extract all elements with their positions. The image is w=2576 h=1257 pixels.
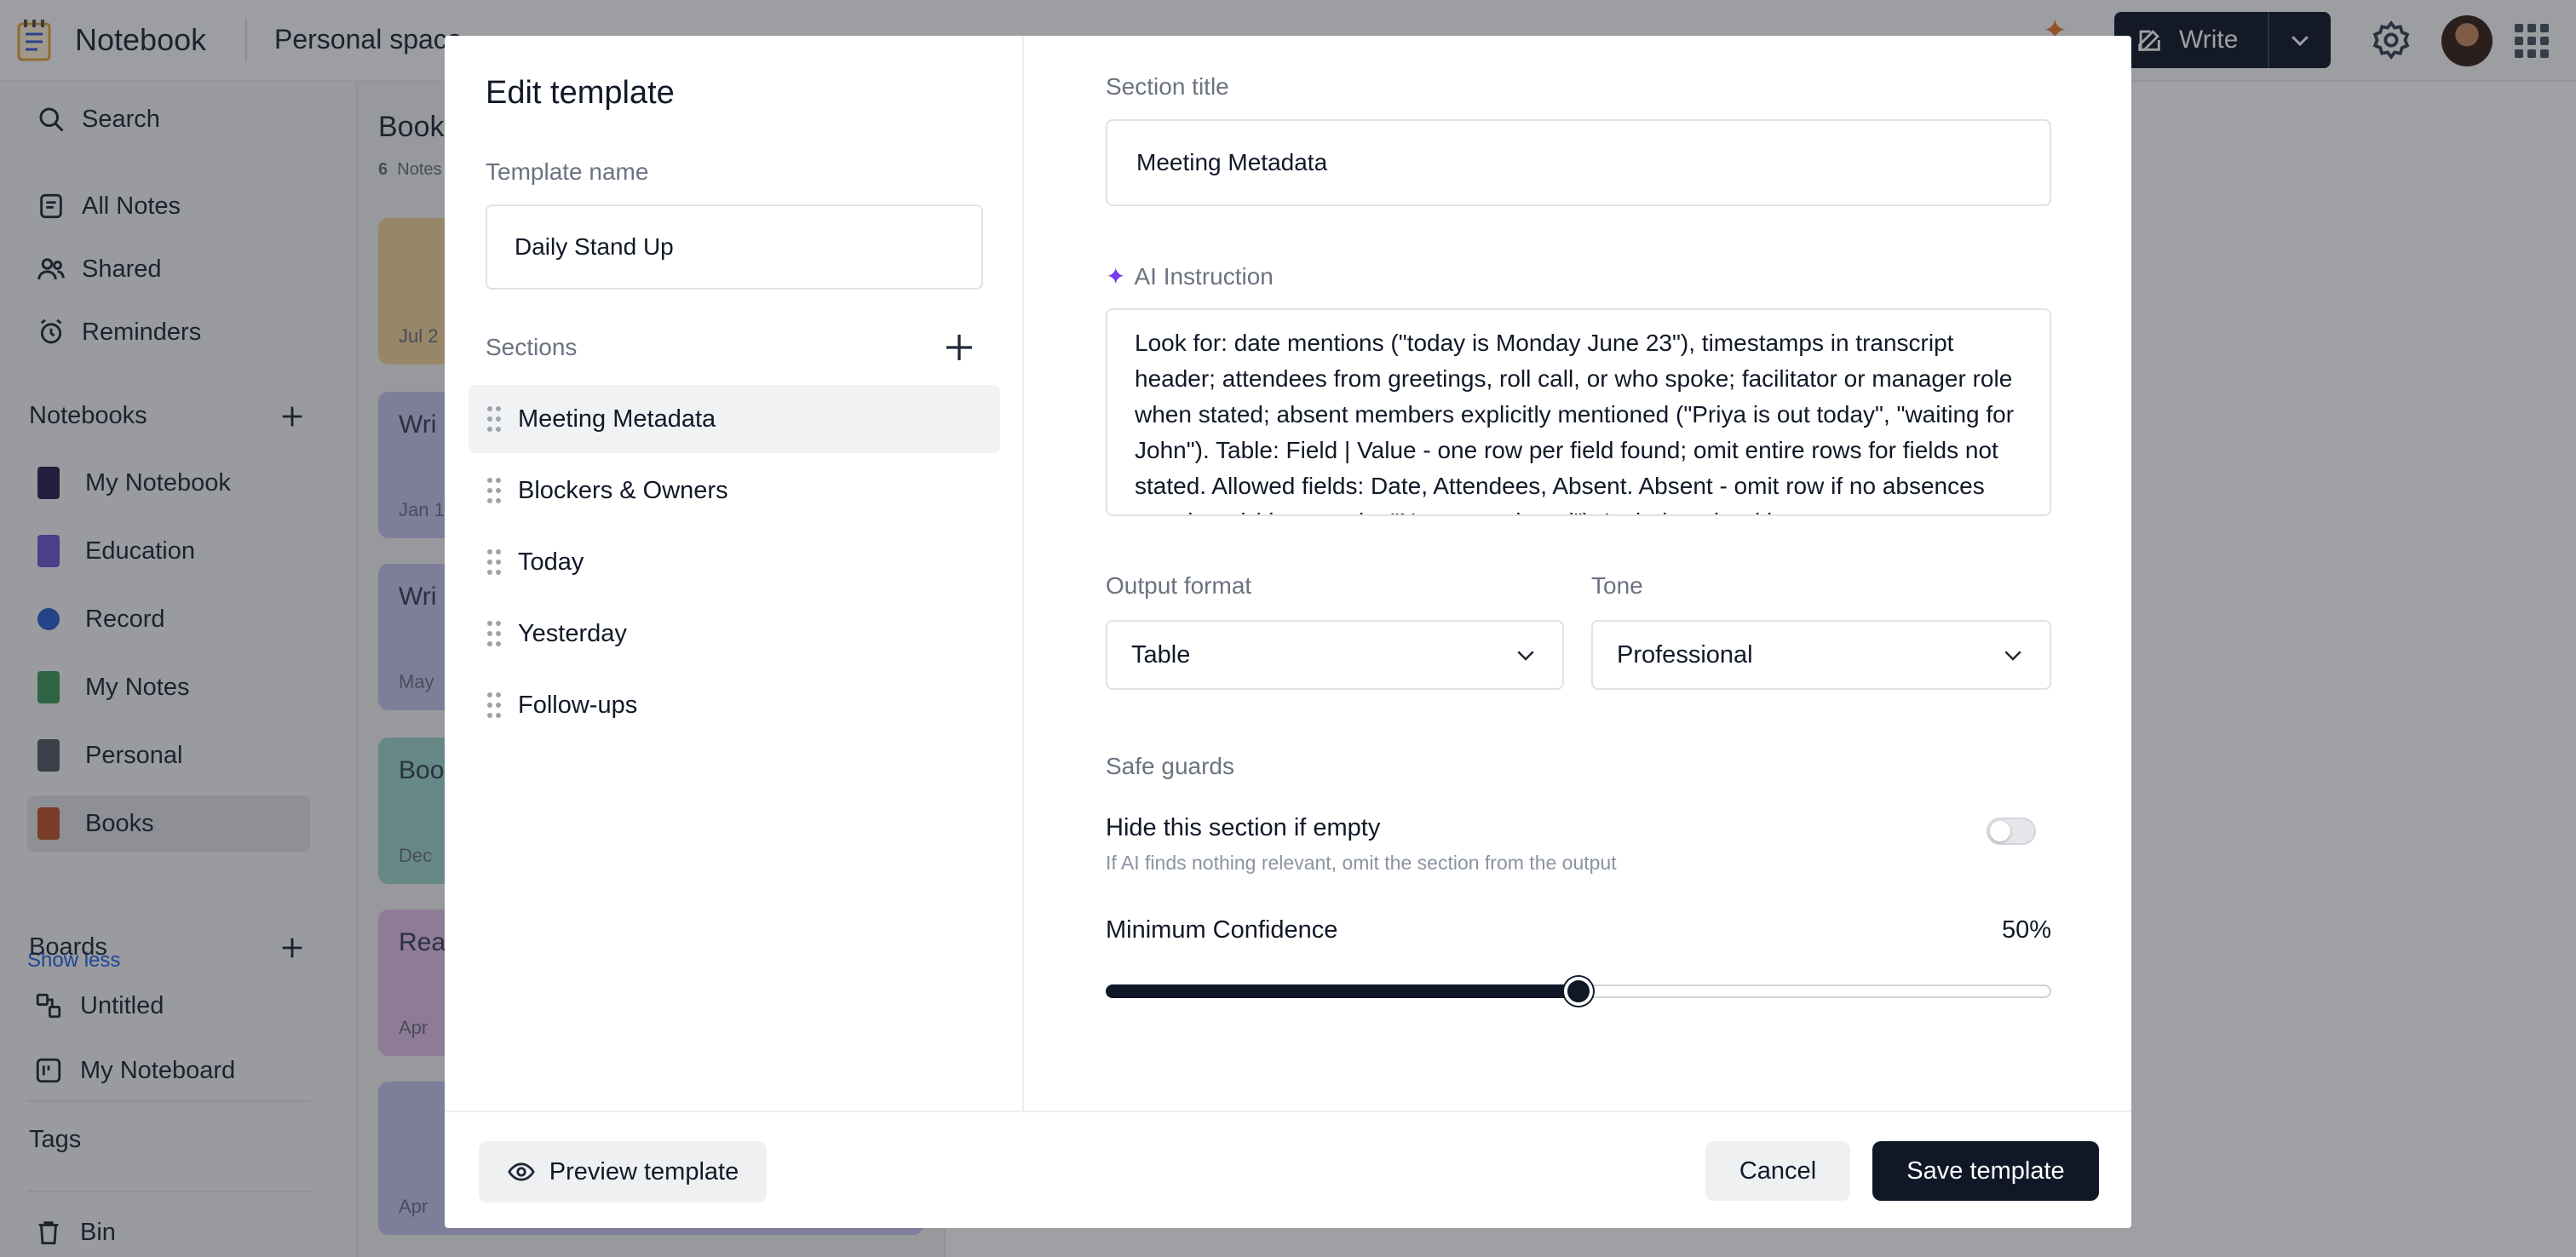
modal-footer: Preview template Cancel Save template — [445, 1111, 2131, 1228]
preview-template-button[interactable]: Preview template — [479, 1141, 767, 1202]
safeguards-label: Safe guards — [1106, 753, 1234, 779]
edit-template-modal: Edit template Template name Daily Stand … — [445, 36, 2131, 1228]
ai-sparkle-icon: ✦ — [1106, 263, 1126, 290]
sections-label: Sections — [486, 334, 578, 360]
drag-handle-icon[interactable] — [487, 478, 501, 503]
modal-right-pane: Section title Meeting Metadata ✦ AI Inst… — [1024, 36, 2131, 1111]
tone-select[interactable]: Professional — [1591, 620, 2051, 690]
min-confidence-label: Minimum Confidence — [1106, 916, 1338, 944]
drag-handle-icon[interactable] — [487, 549, 501, 575]
min-confidence-value: 50% — [2001, 916, 2051, 944]
modal-title: Edit template — [486, 75, 675, 111]
section-label: Today — [518, 548, 584, 576]
section-item-meeting-metadata[interactable]: Meeting Metadata — [469, 385, 1000, 453]
section-title-input[interactable]: Meeting Metadata — [1106, 119, 2051, 206]
preview-label: Preview template — [549, 1157, 739, 1185]
drag-handle-icon[interactable] — [487, 692, 501, 718]
section-label: Meeting Metadata — [518, 405, 716, 433]
output-format-label: Output format — [1106, 572, 1252, 599]
hide-empty-description: If AI finds nothing relevant, omit the s… — [1106, 852, 1617, 874]
template-name-input[interactable]: Daily Stand Up — [486, 204, 983, 290]
cancel-button[interactable]: Cancel — [1705, 1141, 1850, 1201]
output-format-value: Table — [1131, 640, 1191, 669]
min-confidence-slider[interactable] — [1106, 976, 2051, 1007]
section-title-label: Section title — [1106, 73, 1229, 100]
section-item-follow-ups[interactable]: Follow-ups — [469, 671, 1000, 739]
slider-fill — [1106, 984, 1578, 998]
section-item-blockers-owners[interactable]: Blockers & Owners — [469, 456, 1000, 525]
tone-value: Professional — [1617, 640, 1753, 669]
section-label: Yesterday — [518, 619, 627, 647]
modal-left-pane: Edit template Template name Daily Stand … — [445, 36, 1024, 1111]
save-template-button[interactable]: Save template — [1872, 1141, 2099, 1201]
slider-thumb[interactable] — [1564, 977, 1593, 1006]
eye-icon — [507, 1162, 535, 1181]
hide-empty-title: Hide this section if empty — [1106, 814, 1381, 841]
section-label: Blockers & Owners — [518, 476, 728, 504]
drag-handle-icon[interactable] — [487, 621, 501, 646]
ai-instruction-textarea[interactable]: Look for: date mentions ("today is Monda… — [1106, 308, 2051, 516]
drag-handle-icon[interactable] — [487, 406, 501, 432]
tone-label: Tone — [1591, 572, 1643, 599]
template-name-label: Template name — [486, 158, 649, 185]
toggle-knob — [1990, 821, 2010, 841]
chevron-down-icon — [2004, 651, 2021, 661]
section-item-today[interactable]: Today — [469, 528, 1000, 596]
section-item-yesterday[interactable]: Yesterday — [469, 600, 1000, 668]
hide-empty-toggle[interactable] — [1987, 818, 2036, 845]
ai-instruction-label: ✦ AI Instruction — [1106, 262, 1274, 290]
chevron-down-icon — [1517, 651, 1534, 661]
add-section-icon[interactable] — [942, 330, 976, 364]
section-label: Follow-ups — [518, 691, 638, 719]
output-format-select[interactable]: Table — [1106, 620, 1564, 690]
